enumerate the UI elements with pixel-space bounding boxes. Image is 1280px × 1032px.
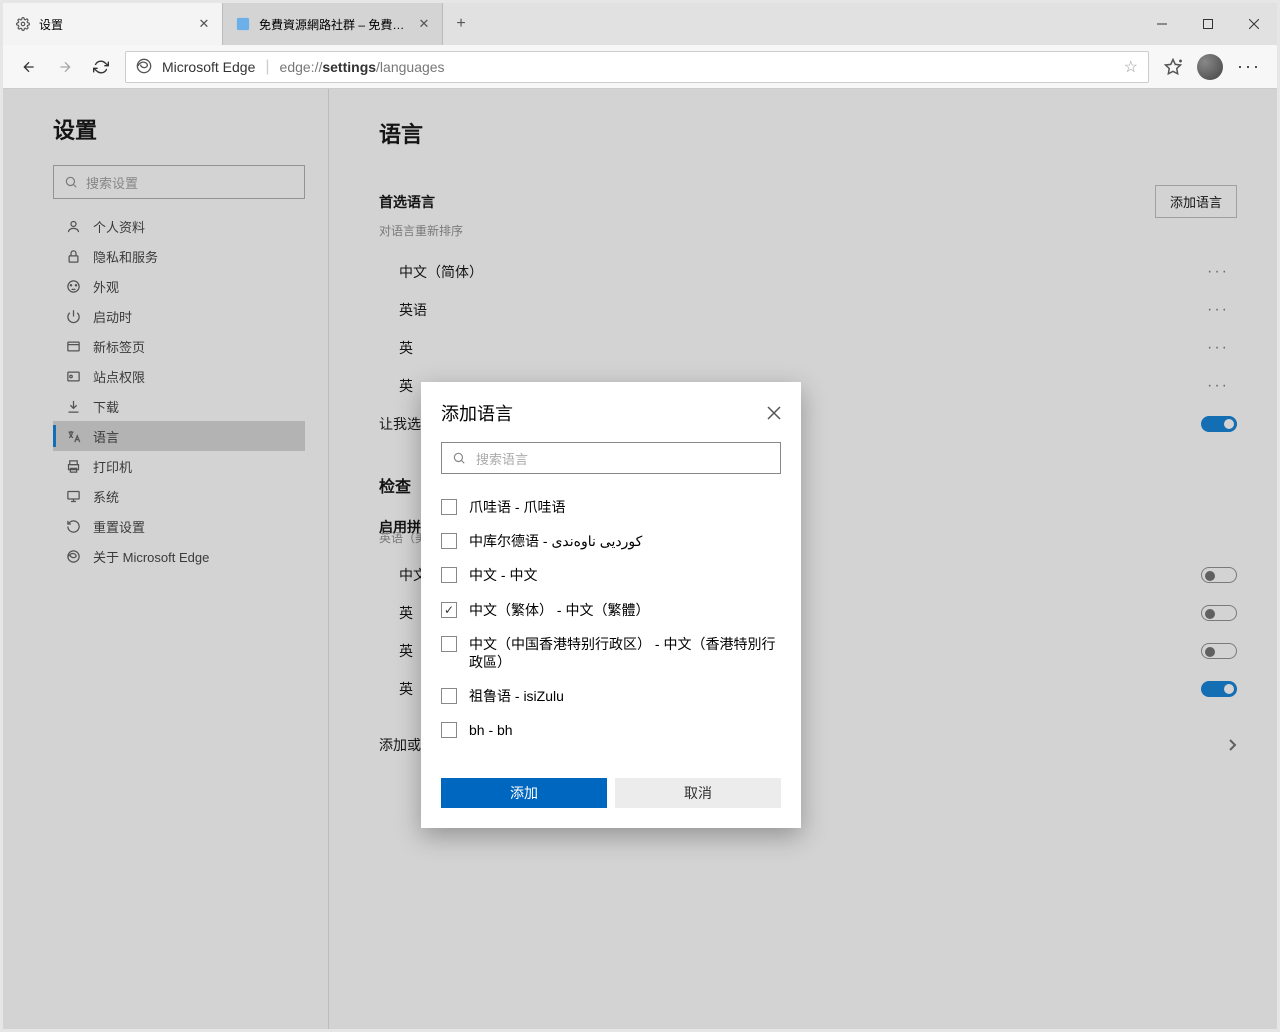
checkbox[interactable] <box>441 567 457 583</box>
edge-icon <box>136 58 154 76</box>
checkbox[interactable] <box>441 602 457 618</box>
dialog-cancel-button[interactable]: 取消 <box>615 778 781 808</box>
back-button[interactable] <box>11 49 47 85</box>
language-option-label: bh - bh <box>469 721 513 739</box>
dialog-search-placeholder: 搜索语言 <box>476 449 528 468</box>
address-bar: Microsoft Edge | edge://settings/languag… <box>3 45 1277 89</box>
checkbox[interactable] <box>441 533 457 549</box>
tab-settings[interactable]: 设置 ✕ <box>3 3 223 45</box>
add-language-dialog: 添加语言 搜索语言 爪哇语 - 爪哇语中库尔德语 - کوردیی ناوەند… <box>421 382 801 828</box>
checkbox[interactable] <box>441 499 457 515</box>
checkbox[interactable] <box>441 722 457 738</box>
refresh-button[interactable] <box>83 49 119 85</box>
language-option[interactable]: 祖鲁语 - isiZulu <box>441 679 777 713</box>
window-controls <box>1139 3 1277 45</box>
favorites-button[interactable] <box>1155 58 1191 76</box>
dialog-search-input[interactable]: 搜索语言 <box>441 442 781 474</box>
language-option-label: 中文 - 中文 <box>469 566 537 584</box>
maximize-button[interactable] <box>1185 3 1231 45</box>
favorite-icon[interactable]: ☆ <box>1124 57 1138 77</box>
language-option[interactable]: bh - bh <box>441 713 777 747</box>
language-option-label: 中库尔德语 - کوردیی ناوەندی <box>469 532 642 550</box>
profile-avatar[interactable] <box>1197 54 1223 80</box>
language-option[interactable]: 中库尔德语 - کوردیی ناوەندی <box>441 524 777 558</box>
checkbox[interactable] <box>441 636 457 652</box>
menu-button[interactable]: ··· <box>1229 56 1269 77</box>
close-icon[interactable]: ✕ <box>196 16 212 32</box>
language-option-label: 中文（繁体） - 中文（繁體） <box>469 601 649 619</box>
language-option-label: 祖鲁语 - isiZulu <box>469 687 564 705</box>
new-tab-button[interactable]: + <box>443 3 479 45</box>
minimize-button[interactable] <box>1139 3 1185 45</box>
address-url: edge://settings/languages <box>280 59 445 75</box>
tab-label: 免費資源網路社群 – 免費資源指… <box>259 16 409 33</box>
gear-icon <box>15 16 31 32</box>
language-option[interactable]: 中文（中国香港特别行政区） - 中文（香港特別行政區） <box>441 627 777 679</box>
forward-button[interactable] <box>47 49 83 85</box>
title-bar: 设置 ✕ 免費資源網路社群 – 免費資源指… ✕ + <box>3 3 1277 45</box>
search-icon <box>452 451 466 465</box>
language-option[interactable]: 中文 - 中文 <box>441 558 777 592</box>
dialog-language-list[interactable]: 爪哇语 - 爪哇语中库尔德语 - کوردیی ناوەندی 中文 - 中文中文… <box>441 490 781 760</box>
checkbox[interactable] <box>441 688 457 704</box>
dialog-title: 添加语言 <box>441 400 513 426</box>
address-input[interactable]: Microsoft Edge | edge://settings/languag… <box>125 51 1149 83</box>
language-option-label: 爪哇语 - 爪哇语 <box>469 498 565 516</box>
page-icon <box>235 16 251 32</box>
language-option[interactable]: 中文（繁体） - 中文（繁體） <box>441 593 777 627</box>
tab-label: 设置 <box>39 16 63 33</box>
language-option[interactable]: 爪哇语 - 爪哇语 <box>441 490 777 524</box>
dialog-add-button[interactable]: 添加 <box>441 778 607 808</box>
address-brand: Microsoft Edge <box>162 59 255 75</box>
close-icon[interactable]: ✕ <box>416 16 432 32</box>
close-window-button[interactable] <box>1231 3 1277 45</box>
dialog-close-button[interactable] <box>767 406 781 420</box>
tab-other[interactable]: 免費資源網路社群 – 免費資源指… ✕ <box>223 3 443 45</box>
language-option-label: 中文（中国香港特别行政区） - 中文（香港特別行政區） <box>469 635 777 671</box>
